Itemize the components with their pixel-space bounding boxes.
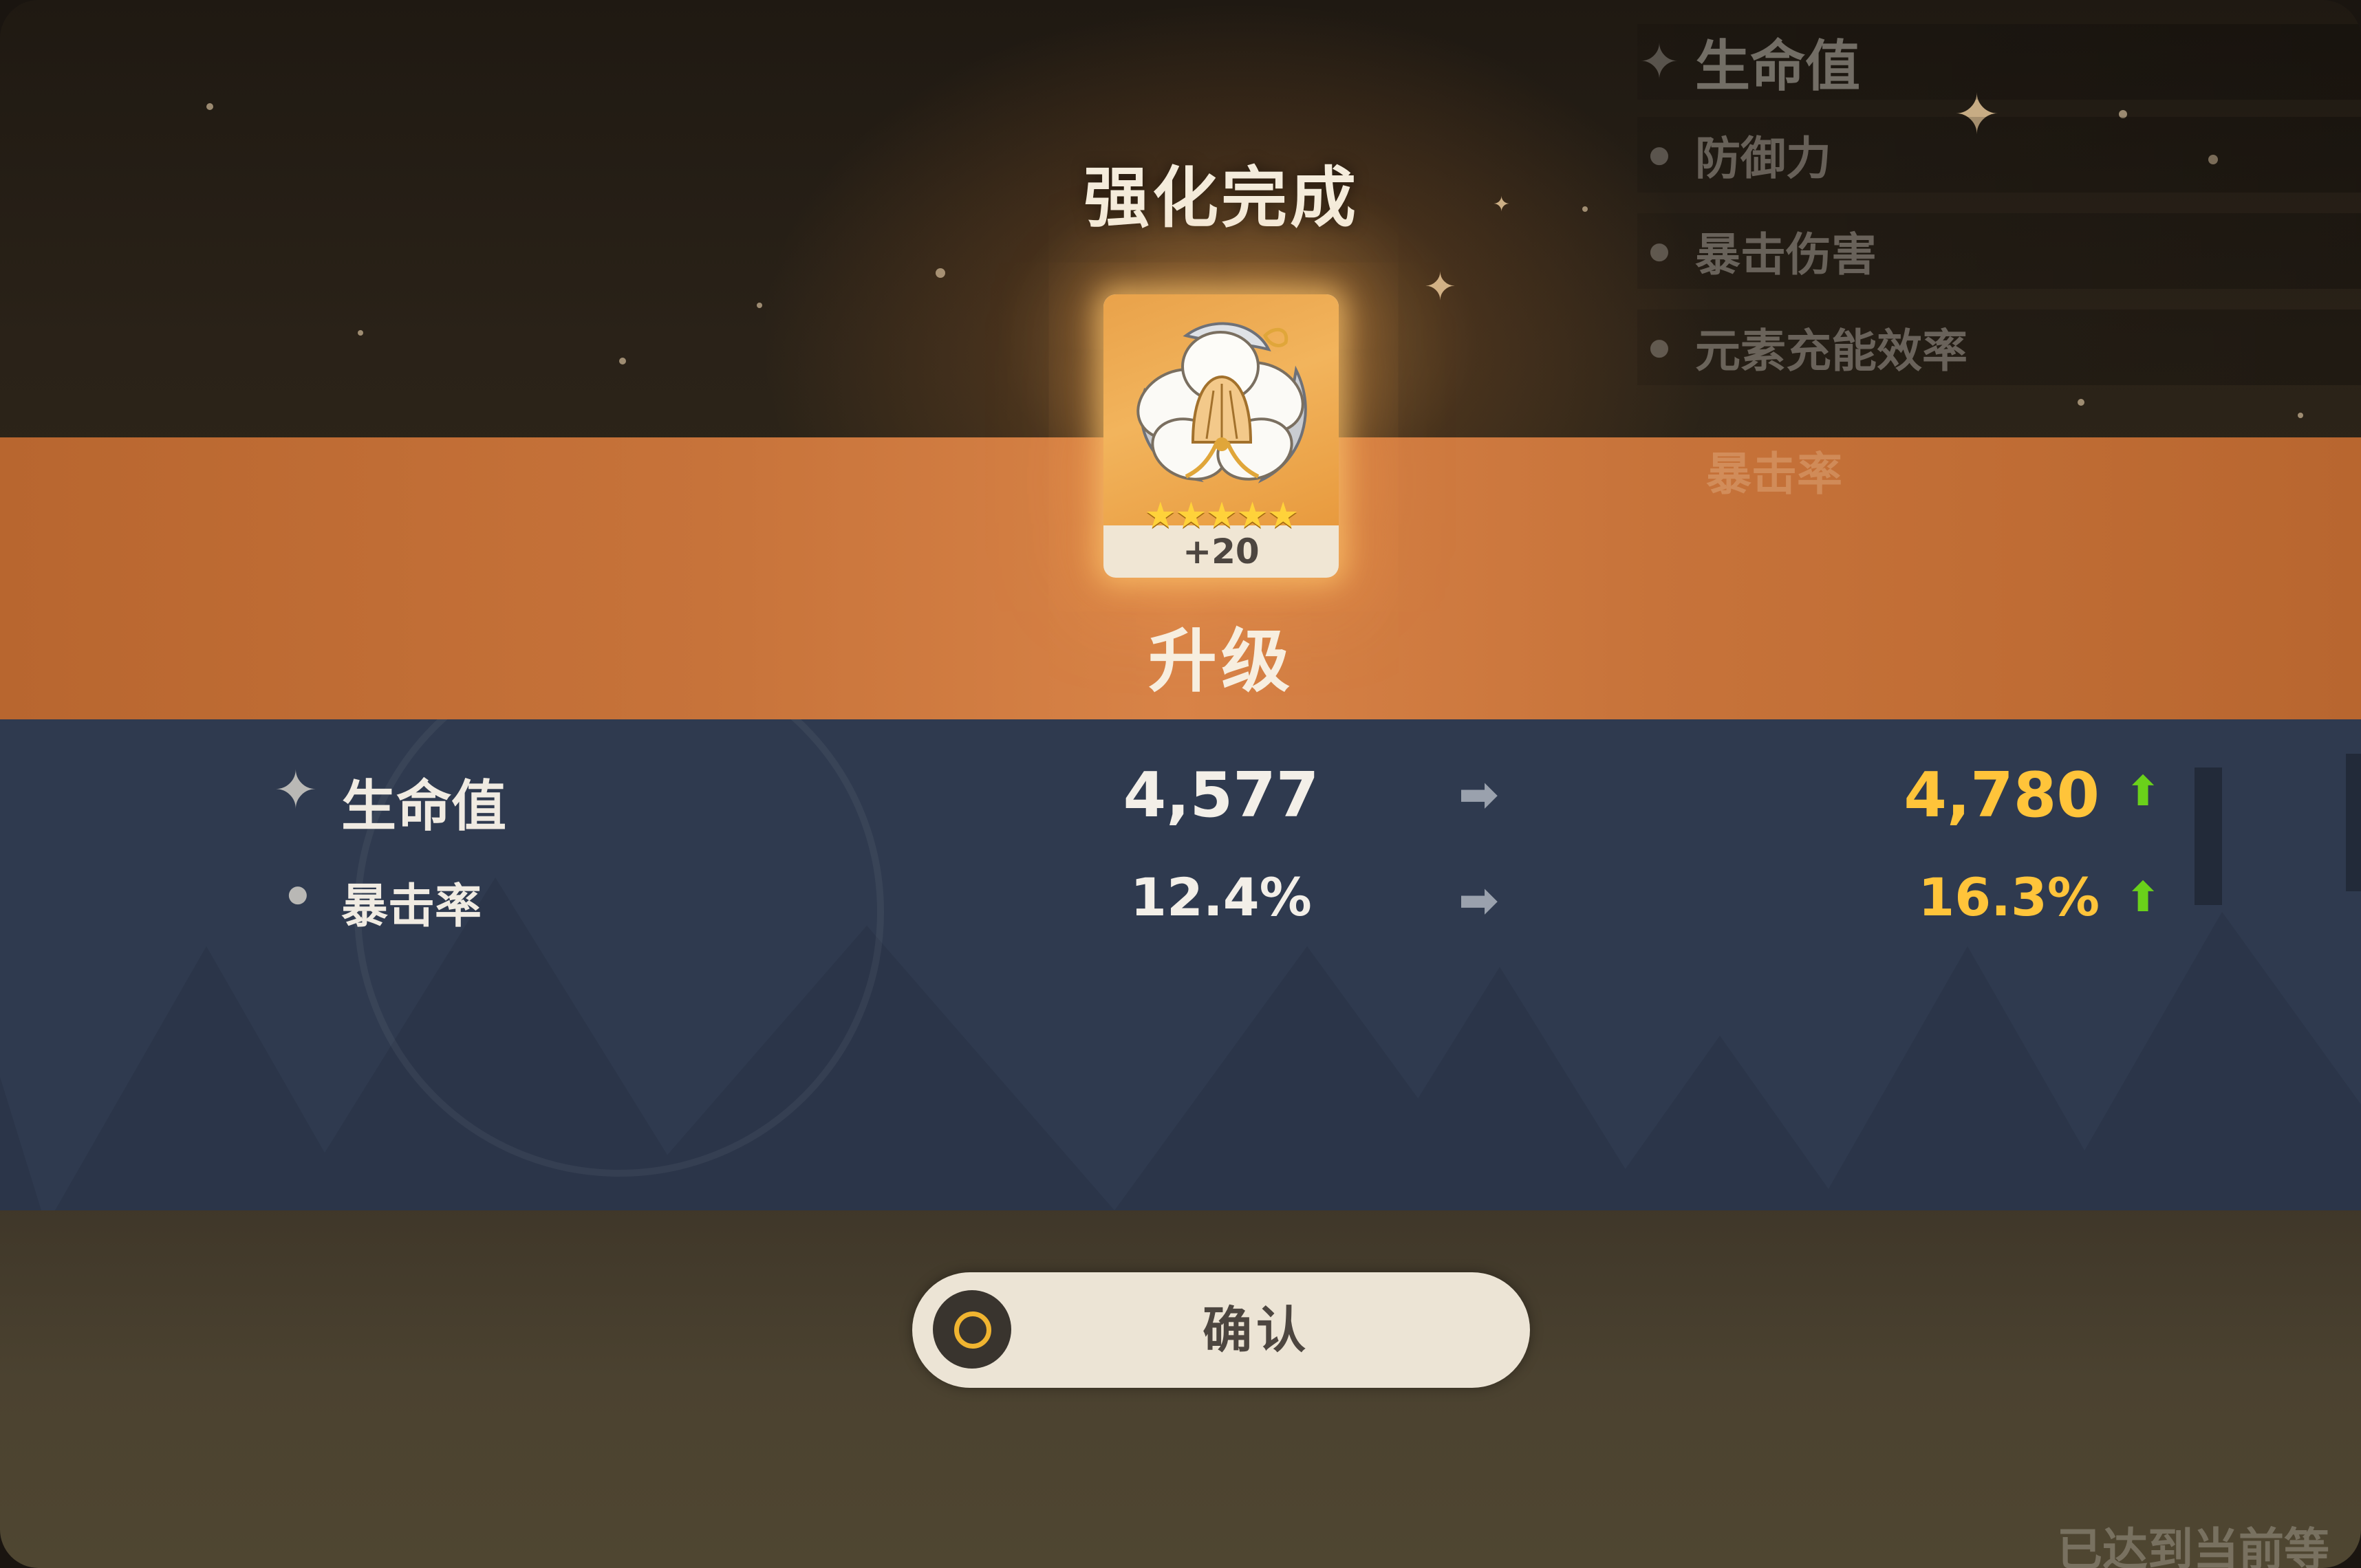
arrow-up-icon: ⬆: [2126, 767, 2161, 816]
arrow-up-icon: ⬆: [2126, 873, 2161, 922]
bg-stat-row: ● 暴击伤害: [1637, 213, 2361, 289]
arrow-right-icon: ➡: [1458, 872, 1499, 928]
bg-stat-row: ● 防御力: [1637, 117, 2361, 193]
confirm-button-label: 确认: [1202, 1301, 1310, 1359]
upgrade-complete-screen: ✦ ✦ ✦ ✦ 生命值 ● 防御力 ● 暴击伤害 ● 元素充能效率 强化完成 暴…: [0, 0, 2361, 1568]
star-dot: [619, 358, 626, 364]
stat-old-value: 12.4%: [1130, 867, 1312, 928]
bg-stat-label: 暴击率: [1706, 448, 1842, 501]
bg-stat-row: ✦ 生命值: [1637, 24, 2361, 100]
dot-icon: ●: [1649, 141, 1670, 168]
star-dot: [206, 103, 213, 110]
bg-stat-label: 生命值: [1695, 34, 1860, 98]
stat-label: 暴击率: [341, 880, 482, 934]
upgrade-label: 升级: [1148, 621, 1294, 701]
star-dot: [2078, 399, 2084, 406]
stat-comparison-panel: ✦ 生命值 4,577 ➡ 4,780 ⬆ ● 暴击率 12.4% ➡ 16.3…: [0, 719, 2361, 1210]
stat-old-value: 4,577: [1123, 759, 1319, 831]
stat-row-hp: ✦ 生命值 4,577 ➡ 4,780 ⬆: [0, 747, 2361, 843]
confirm-button[interactable]: 确认: [912, 1272, 1530, 1388]
max-level-hint: 已达到当前等: [2057, 1523, 2329, 1568]
page-title: 强化完成: [1084, 160, 1359, 237]
dot-icon: ●: [1649, 334, 1670, 361]
arrow-right-icon: ➡: [1458, 766, 1499, 823]
star-dot: [1582, 206, 1588, 212]
ring-icon: [933, 1290, 1011, 1369]
artifact-level: +20: [1183, 532, 1260, 571]
dot-icon: ●: [288, 880, 308, 908]
star-dot: [757, 303, 762, 308]
bg-stat-label: 暴击伤害: [1695, 228, 1877, 281]
stat-new-value: 16.3%: [1918, 867, 2100, 928]
ring-icon-inner: [954, 1311, 991, 1349]
bg-stat-label: 防御力: [1695, 132, 1831, 185]
sparkle-icon: ✦: [1639, 34, 1680, 90]
star-dot: [358, 330, 363, 336]
star-dot: [2298, 413, 2303, 418]
bg-stat-row: ● 元素充能效率: [1637, 309, 2361, 385]
stat-new-value: 4,780: [1904, 759, 2100, 831]
flower-artifact-icon: [1103, 294, 1339, 525]
stat-row-crit-rate: ● 暴击率 12.4% ➡ 16.3% ⬆: [0, 857, 2361, 953]
star-dot: [936, 268, 945, 278]
artifact-card: ★★★★★ +20: [1103, 294, 1339, 578]
sparkle-icon: ✦: [1424, 265, 1456, 309]
sparkle-icon: ✦: [274, 759, 318, 820]
dot-icon: ●: [1649, 237, 1670, 265]
stat-label: 生命值: [341, 774, 506, 838]
bg-stat-label: 元素充能效率: [1695, 325, 1968, 378]
